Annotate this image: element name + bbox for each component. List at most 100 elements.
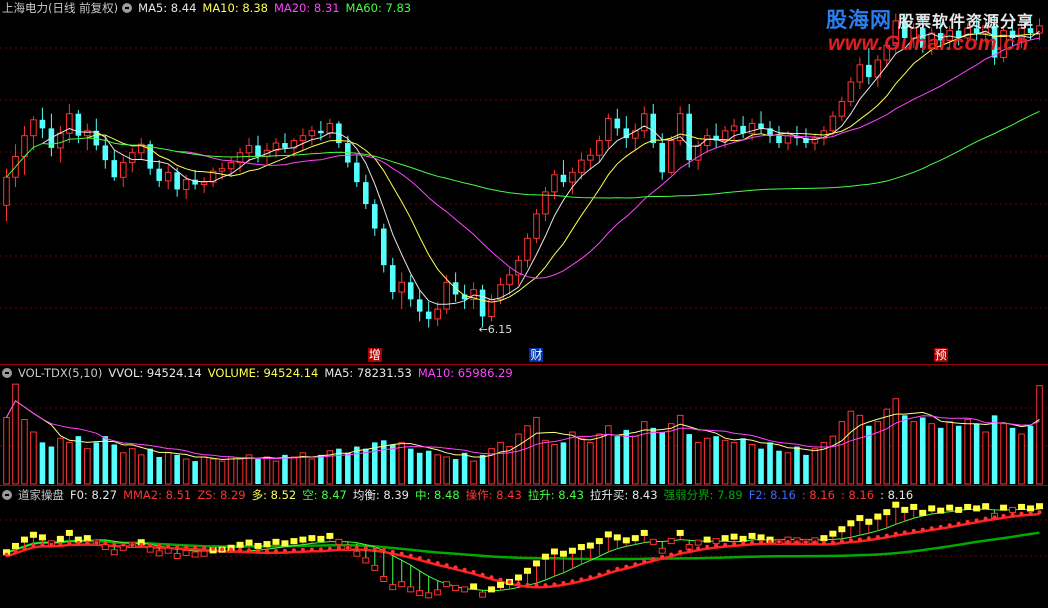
ind-value-0: F0: 8.27 <box>70 488 118 502</box>
settings-gear-icon[interactable] <box>122 3 133 13</box>
ind-value-14: : 8.16 <box>880 488 914 502</box>
volume-bar-38 <box>345 452 351 484</box>
ind-dot-74 <box>669 552 674 557</box>
candle-9 <box>84 130 91 137</box>
ind-dot-21 <box>193 545 198 550</box>
ind-dot-34 <box>309 547 314 552</box>
volume-bar-10 <box>93 442 100 484</box>
ind-dot-23 <box>211 546 216 551</box>
volume-bar-17 <box>156 456 162 484</box>
candle-33 <box>299 135 307 142</box>
volume-title: VOL-TDX(5,10) <box>18 366 103 380</box>
ind-box-72 <box>649 538 657 545</box>
ind-dot-52 <box>471 569 476 574</box>
ind-value-8: 拉升: 8.43 <box>527 488 584 502</box>
volume-bar-39 <box>354 446 360 484</box>
ind-value-7: 操作: 8.43 <box>465 488 522 502</box>
volume-bar-2 <box>21 419 28 485</box>
volume-bar-5 <box>48 446 55 484</box>
candle-36 <box>326 122 334 134</box>
candle-31 <box>282 143 288 148</box>
ind-box-52 <box>470 583 478 590</box>
ind-dot-39 <box>354 545 359 550</box>
volume-bar-3 <box>30 431 37 485</box>
ind-box-100 <box>901 506 909 513</box>
volume-bar-51 <box>461 452 468 484</box>
ind-dot-9 <box>85 540 90 545</box>
ind-dot-2 <box>22 546 27 551</box>
candle-81 <box>730 125 738 132</box>
volume-bar-114 <box>1027 425 1034 484</box>
ind-dot-32 <box>291 548 296 553</box>
indicator-values: F0: 8.27 MMA2: 8.51 ZS: 8.29 多: 8.52 空: 8.47… <box>70 487 919 503</box>
event-marker-0[interactable]: 增 <box>367 348 382 362</box>
volume-bar-11 <box>102 436 109 484</box>
ind-dot-111 <box>1001 513 1006 518</box>
ind-dot-115 <box>1037 510 1042 515</box>
volume-bar-101 <box>910 421 918 485</box>
volume-bar-105 <box>946 421 953 485</box>
volume-bar-102 <box>919 417 926 484</box>
ind-dot-8 <box>76 540 81 545</box>
volume-bar-100 <box>901 415 908 484</box>
ind-dot-101 <box>911 528 916 533</box>
ind-value-11: F2: 8.16 <box>748 488 796 502</box>
stock-chart[interactable] <box>0 0 1048 608</box>
event-marker-1[interactable]: 财 <box>529 348 544 362</box>
ind-box-81 <box>730 533 738 540</box>
volume-settings-gear-icon[interactable] <box>2 368 12 378</box>
volume-bar-74 <box>667 423 675 485</box>
ind-dot-100 <box>902 530 907 535</box>
ind-dot-91 <box>821 540 826 545</box>
ind-dot-65 <box>588 575 593 580</box>
vol-value-0: VVOL: 94524.14 <box>108 366 202 380</box>
volume-bar-35 <box>318 454 324 484</box>
candle-61 <box>551 174 558 193</box>
ind-dot-28 <box>256 548 261 553</box>
ind-dot-54 <box>489 575 494 580</box>
volume-bar-89 <box>803 454 809 484</box>
ind-dot-108 <box>974 518 979 523</box>
ind-box-54 <box>488 586 496 593</box>
ind-box-18 <box>164 547 172 554</box>
ind-box-65 <box>586 542 594 549</box>
ma-value-3: MA60: 7.83 <box>345 1 412 15</box>
ind-box-1 <box>11 542 19 549</box>
ind-box-3 <box>29 531 37 538</box>
volume-header: VOL-TDX(5,10) VVOL: 94524.14 VOLUME: 9452… <box>2 365 519 381</box>
ind-dot-29 <box>264 548 269 553</box>
ind-box-16 <box>146 546 154 553</box>
volume-bar-49 <box>443 456 450 485</box>
ind-box-39 <box>353 550 361 557</box>
ind-box-33 <box>299 536 307 543</box>
ma-value-1: MA10: 8.38 <box>202 1 268 15</box>
candle-74 <box>667 140 675 173</box>
volume-bar-83 <box>748 443 756 485</box>
ind-dot-55 <box>498 577 503 582</box>
ind-dot-92 <box>830 540 835 545</box>
ind-dot-85 <box>768 539 773 544</box>
main-header: 上海电力(日线 前复权) MA5: 8.44 MA10: 8.38 MA20: 8.… <box>2 0 417 16</box>
vol-value-1: VOLUME: 94524.14 <box>207 366 319 380</box>
ind-dot-17 <box>157 543 162 548</box>
candle-67 <box>605 118 612 142</box>
ind-box-57 <box>515 574 523 581</box>
ind-box-61 <box>550 548 558 555</box>
ind-value-2: ZS: 8.29 <box>197 488 246 502</box>
volume-bar-29 <box>263 456 271 485</box>
ind-dot-107 <box>965 520 970 525</box>
ind-dot-90 <box>812 540 817 545</box>
ind-dot-33 <box>300 547 305 552</box>
volume-bar-60 <box>542 439 549 485</box>
candle-93 <box>838 101 846 117</box>
ind-box-30 <box>272 538 280 545</box>
ind-box-67 <box>604 531 612 538</box>
ind-box-4 <box>38 534 46 541</box>
ind-dot-99 <box>893 531 898 536</box>
indicator-settings-gear-icon[interactable] <box>2 490 12 500</box>
event-marker-2[interactable]: 预 <box>933 348 948 362</box>
ind-value-9: 拉升买: 8.43 <box>589 488 658 502</box>
ind-dot-19 <box>175 544 180 549</box>
ind-value-6: 中: 8.48 <box>415 488 460 502</box>
ind-dot-16 <box>148 543 153 548</box>
